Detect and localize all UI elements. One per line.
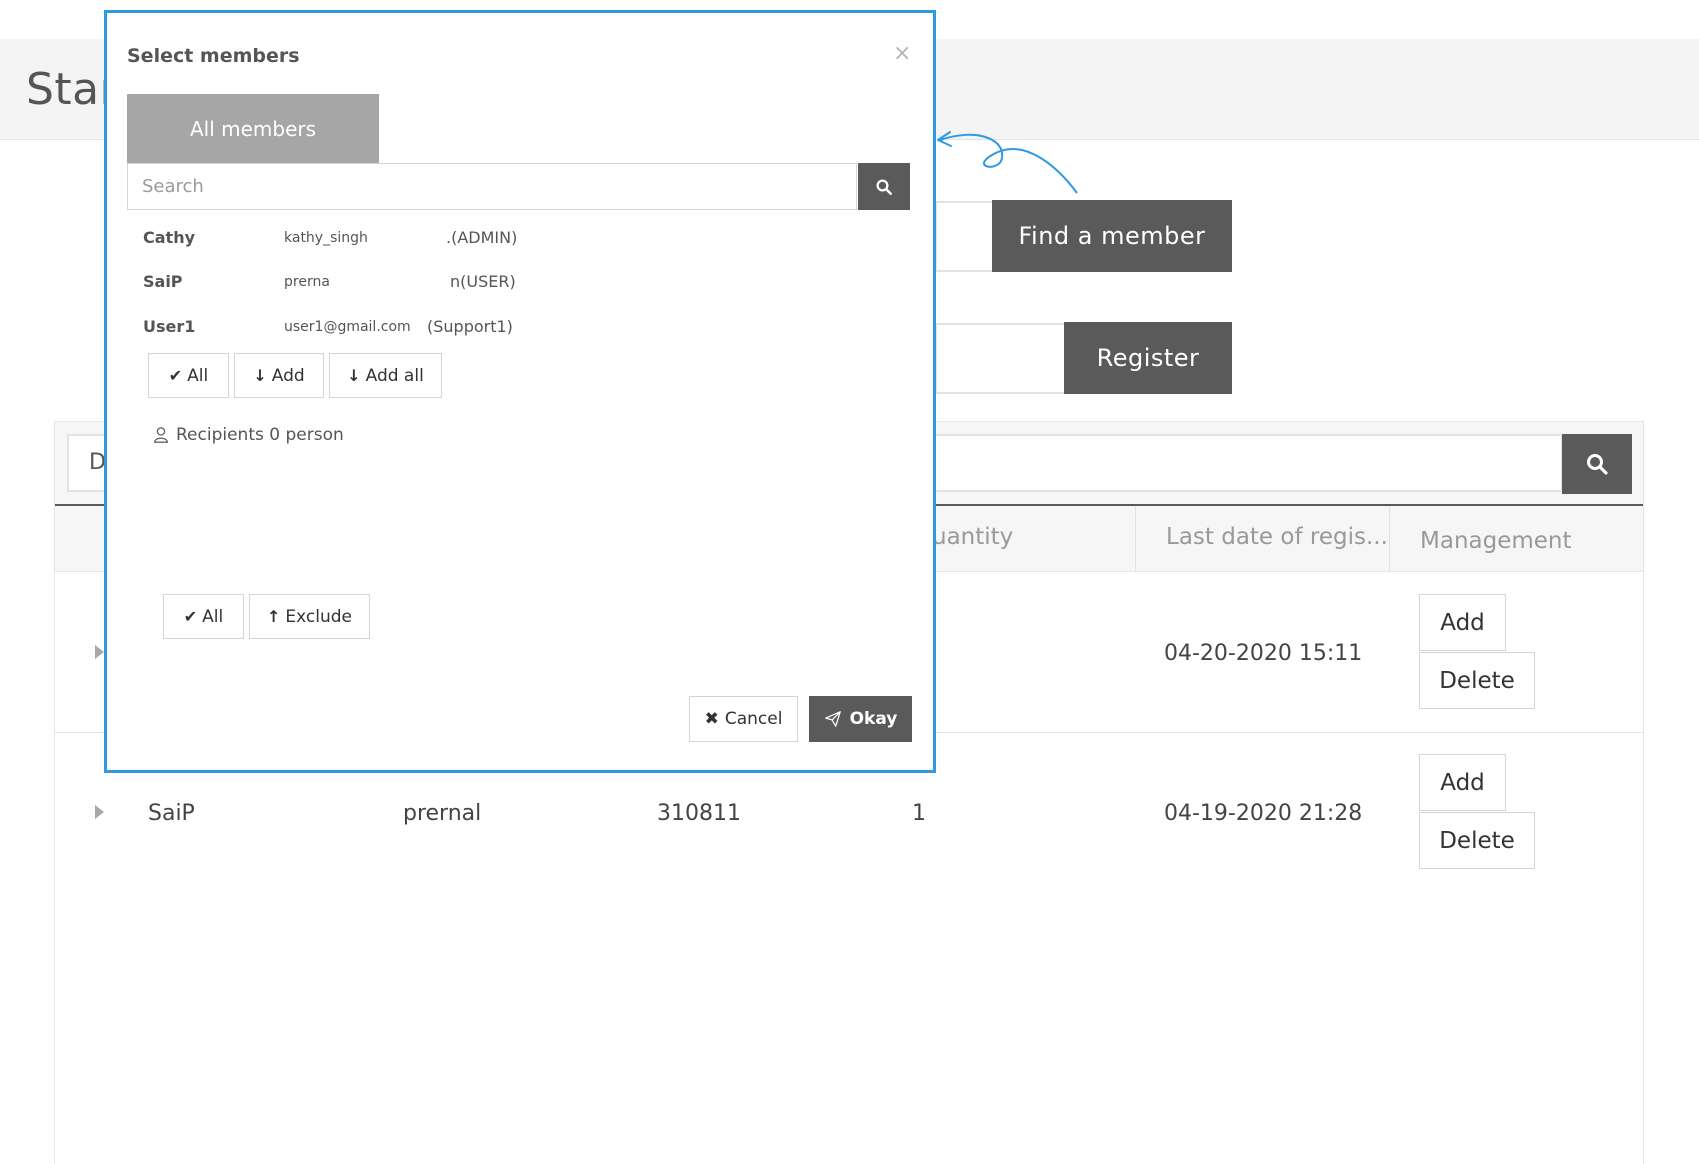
- close-icon: ✖: [704, 709, 719, 729]
- recipients-label: Recipients 0 person: [176, 425, 344, 445]
- member-role: .(ADMIN): [446, 228, 518, 247]
- search-icon: [876, 179, 892, 195]
- okay-label: Okay: [849, 709, 898, 729]
- tab-all-members[interactable]: All members: [127, 94, 379, 164]
- member-name: User1: [143, 317, 196, 336]
- member-search-button[interactable]: [858, 163, 910, 210]
- cancel-button[interactable]: ✖ Cancel: [689, 696, 798, 742]
- register-button[interactable]: Register: [1064, 322, 1232, 394]
- row-number: 310811: [657, 801, 741, 826]
- member-email: user1@gmail.com: [284, 319, 411, 335]
- register-input[interactable]: [935, 323, 1065, 394]
- member-list-item[interactable]: SaiP prerna n(USER): [127, 270, 827, 300]
- row-name: SaiP: [148, 801, 195, 826]
- find-member-input[interactable]: [935, 201, 993, 272]
- arrow-down-icon: ↓: [347, 366, 361, 385]
- select-all-button[interactable]: ✔ All: [148, 353, 229, 398]
- row-add-button[interactable]: Add: [1419, 754, 1506, 811]
- recipients-count: Recipients 0 person: [152, 425, 344, 445]
- row-email: prernal: [403, 801, 482, 826]
- user-icon: [154, 427, 168, 443]
- recipients-all-label: All: [202, 606, 224, 627]
- row-last-date: 04-19-2020 21:28: [1164, 801, 1363, 826]
- paper-plane-icon: [824, 711, 841, 727]
- member-role: (Support1): [427, 317, 513, 336]
- okay-button[interactable]: Okay: [809, 696, 912, 742]
- row-quantity: 1: [912, 801, 926, 826]
- select-all-label: All: [187, 365, 209, 386]
- row-delete-button[interactable]: Delete: [1419, 652, 1535, 709]
- recipients-select-all-button[interactable]: ✔ All: [163, 594, 244, 639]
- row-last-date: 04-20-2020 15:11: [1164, 641, 1363, 666]
- column-divider: [1389, 506, 1390, 572]
- column-header-management: Management: [1420, 528, 1572, 554]
- caret-right-icon[interactable]: [95, 645, 104, 659]
- row-delete-button[interactable]: Delete: [1419, 812, 1535, 869]
- close-icon[interactable]: ×: [893, 41, 911, 66]
- column-header-last-date: Last date of regis...: [1166, 524, 1388, 550]
- add-button[interactable]: ↓ Add: [234, 353, 324, 398]
- check-icon: ✔: [168, 366, 183, 385]
- column-header-quantity: uantity: [932, 524, 1014, 550]
- exclude-label: Exclude: [285, 606, 352, 627]
- add-label: Add: [271, 365, 305, 386]
- column-divider: [1135, 506, 1136, 572]
- caret-right-icon[interactable]: [95, 805, 104, 819]
- table-search-button[interactable]: [1562, 434, 1632, 494]
- arrow-up-icon: ↑: [266, 607, 281, 626]
- member-list-item[interactable]: User1 user1@gmail.com (Support1): [127, 315, 827, 345]
- member-role: n(USER): [450, 272, 516, 291]
- add-all-label: Add all: [365, 365, 424, 386]
- dialog-title: Select members: [127, 45, 300, 67]
- find-member-button[interactable]: Find a member: [992, 200, 1232, 272]
- member-name: SaiP: [143, 272, 183, 291]
- member-email: prerna: [284, 274, 330, 290]
- arrow-down-icon: ↓: [253, 366, 267, 385]
- member-list-item[interactable]: Cathy kathy_singh .(ADMIN): [127, 226, 827, 256]
- select-members-dialog: Select members × All members Cathy kathy…: [104, 10, 936, 773]
- search-icon: [1587, 454, 1608, 475]
- member-name: Cathy: [143, 228, 196, 247]
- add-all-button[interactable]: ↓ Add all: [329, 353, 442, 398]
- annotation-arrow: [937, 131, 1078, 194]
- row-add-button[interactable]: Add: [1419, 594, 1506, 651]
- member-email: kathy_singh: [284, 230, 368, 246]
- cancel-label: Cancel: [724, 709, 783, 729]
- exclude-button[interactable]: ↑ Exclude: [249, 594, 370, 639]
- member-search-input[interactable]: [128, 164, 856, 209]
- member-search-field[interactable]: [127, 163, 857, 210]
- check-icon: ✔: [183, 607, 198, 626]
